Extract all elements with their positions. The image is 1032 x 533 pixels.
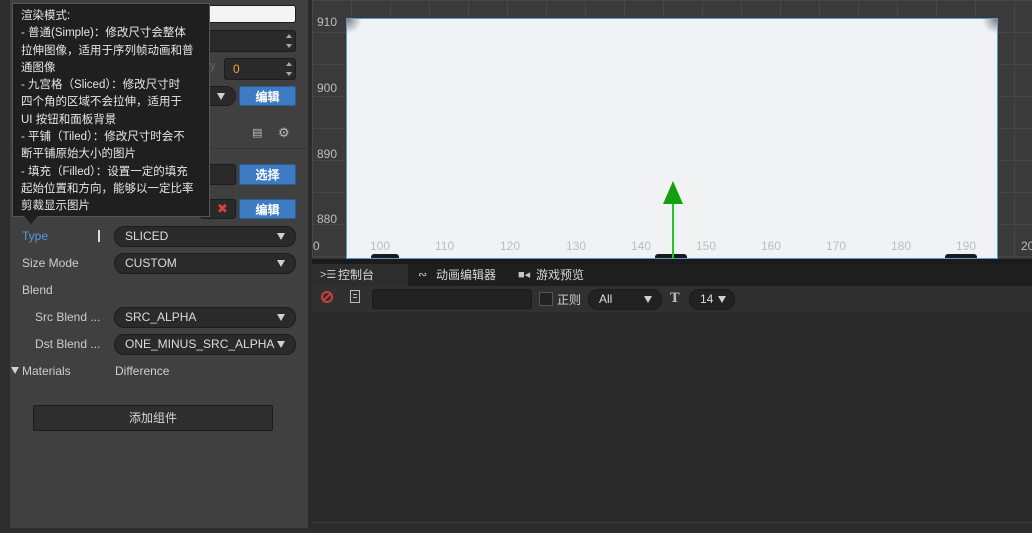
chevron-down-icon: [277, 341, 285, 348]
tab-label: 游戏预览: [536, 268, 585, 282]
select-button[interactable]: 选择: [239, 164, 296, 185]
tab-label: 控制台: [338, 268, 375, 282]
divider: [312, 522, 1032, 523]
y-tick-label: 880: [317, 212, 338, 226]
console-toolbar: 正则 All T 14: [312, 286, 1032, 312]
regex-label: 正则: [557, 293, 582, 307]
x-tick-label: 120: [500, 239, 521, 253]
gizmo-arrow-icon[interactable]: [663, 181, 683, 204]
console-search-input[interactable]: [372, 289, 532, 309]
x-tick-label: 170: [826, 239, 847, 253]
dst-blend-value: ONE_MINUS_SRC_ALPHA: [125, 337, 275, 351]
console-log-area[interactable]: [312, 312, 1032, 522]
type-label: Type: [22, 229, 49, 243]
x-tick-label: 190: [956, 239, 977, 253]
clear-slash: [322, 292, 332, 302]
type-select[interactable]: SLICED: [114, 226, 296, 247]
font-size-value: 14: [700, 292, 714, 306]
y-tick-label: 900: [317, 81, 338, 95]
console-tab-bar: >☰ 控制台 ∾ 动画编辑器 ■◂ 游戏预览: [312, 264, 1032, 286]
corner-shadow: [981, 19, 997, 35]
x-tick-label: 130: [566, 239, 587, 253]
spinner-icon[interactable]: [285, 33, 293, 49]
gear-icon[interactable]: ⚙: [278, 126, 290, 140]
size-mode-label: Size Mode: [22, 256, 79, 270]
font-size-select[interactable]: 14: [689, 289, 735, 310]
number-value: 0: [233, 62, 240, 76]
line: [353, 297, 357, 298]
expand-triangle-icon[interactable]: [11, 367, 19, 374]
x-tick-label: 20: [1021, 239, 1032, 253]
tooltip-tail: [24, 216, 38, 224]
chevron-down-icon: [277, 314, 285, 321]
console-panel: >☰ 控制台 ∾ 动画编辑器 ■◂ 游戏预览 正则 All T 14: [312, 264, 1032, 533]
book-icon[interactable]: ▤: [252, 128, 264, 139]
type-value: SLICED: [125, 229, 169, 243]
gizmo-y-axis[interactable]: [672, 202, 674, 259]
tab-game-preview[interactable]: ■◂ 游戏预览: [510, 264, 616, 286]
chevron-down-icon: [277, 233, 285, 240]
tab-console[interactable]: >☰ 控制台: [312, 264, 408, 286]
log-level-select[interactable]: All: [588, 289, 662, 310]
y-axis-label-icon: y: [210, 60, 216, 72]
log-file-icon[interactable]: [350, 290, 360, 303]
log-level-value: All: [599, 292, 613, 306]
value-input[interactable]: [200, 30, 296, 52]
clear-icon[interactable]: ✖: [217, 200, 228, 218]
edge-handle[interactable]: [945, 254, 977, 258]
x-tick-label: 180: [891, 239, 912, 253]
src-blend-select[interactable]: SRC_ALPHA: [114, 307, 296, 328]
chevron-down-icon: [277, 260, 285, 267]
x-tick-label: 140: [631, 239, 652, 253]
clear-console-icon[interactable]: [321, 291, 333, 303]
materials-value: Difference: [115, 364, 170, 378]
chevron-down-icon: [718, 296, 726, 303]
size-mode-select[interactable]: CUSTOM: [114, 253, 296, 274]
line: [353, 294, 357, 295]
y-tick-label: 890: [317, 147, 338, 161]
x-tick-label: 160: [761, 239, 782, 253]
number-input[interactable]: 0: [224, 58, 296, 80]
animation-icon: ∾: [418, 269, 428, 281]
regex-checkbox[interactable]: [539, 292, 553, 306]
chevron-down-icon: [644, 296, 652, 303]
size-mode-value: CUSTOM: [125, 256, 177, 270]
scene-view[interactable]: 910 900 890 880 0 100 110 120 130 140 15…: [312, 0, 1032, 259]
x-tick-label: 0: [313, 239, 320, 253]
dst-blend-label: Dst Blend ...: [35, 337, 101, 351]
tab-animation-editor[interactable]: ∾ 动画编辑器: [410, 264, 522, 286]
video-icon: ■◂: [518, 269, 531, 281]
x-tick-label: 100: [370, 239, 391, 253]
font-size-icon: T: [670, 291, 680, 306]
x-tick-label: 110: [435, 239, 455, 253]
corner-shadow: [347, 19, 363, 35]
spinner-icon[interactable]: [285, 61, 293, 77]
tab-label: 动画编辑器: [436, 268, 497, 282]
chevron-down-icon: [217, 93, 225, 100]
y-tick-label: 910: [317, 15, 338, 29]
src-blend-value: SRC_ALPHA: [125, 310, 197, 324]
x-tick-label: 150: [696, 239, 717, 253]
dst-blend-select[interactable]: ONE_MINUS_SRC_ALPHA: [114, 334, 296, 355]
src-blend-label: Src Blend ...: [35, 310, 101, 324]
edit-button[interactable]: 编辑: [239, 86, 296, 106]
blend-label: Blend: [22, 283, 53, 297]
name-input[interactable]: [200, 5, 296, 23]
add-component-button[interactable]: 添加组件: [33, 405, 273, 431]
render-mode-tooltip: 渲染模式: - 普通(Simple)：修改尺寸会整体 拉伸图像，适用于序列帧动画…: [12, 3, 210, 217]
text-cursor: [98, 230, 100, 242]
edge-handle[interactable]: [371, 254, 399, 258]
edge-handle[interactable]: [655, 254, 687, 258]
terminal-icon: >☰: [320, 269, 337, 281]
materials-label[interactable]: Materials: [22, 364, 71, 378]
edit-atlas-button[interactable]: 编辑: [239, 199, 296, 219]
